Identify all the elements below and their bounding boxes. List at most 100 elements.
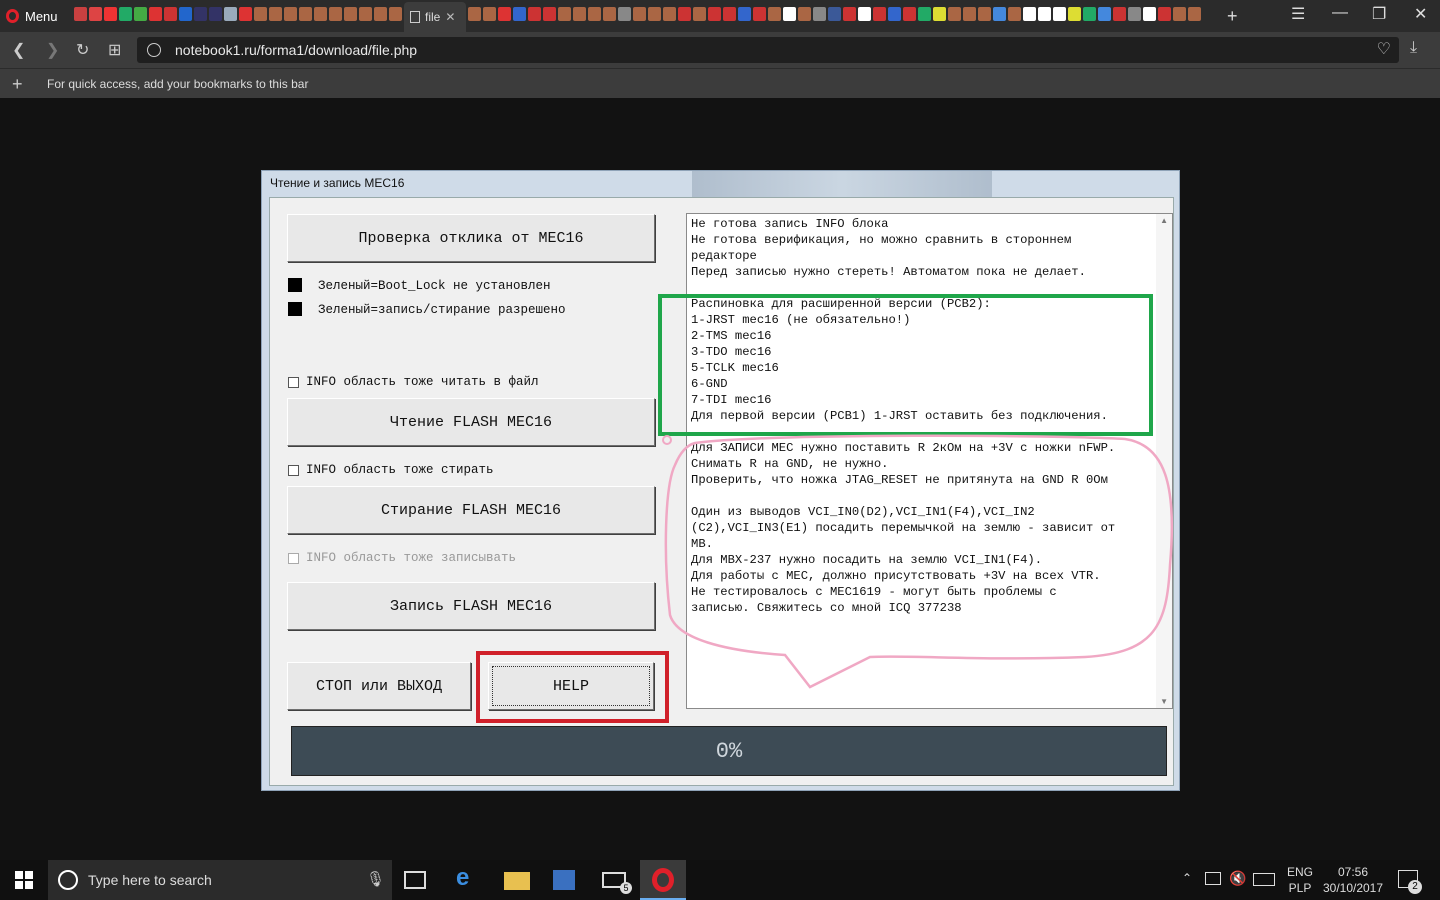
forward-icon[interactable]: ❯: [46, 40, 59, 60]
tab-favicon-icon[interactable]: [1008, 7, 1021, 21]
start-button[interactable]: [15, 871, 33, 889]
tab-favicon-icon[interactable]: [618, 7, 631, 21]
store-icon[interactable]: [553, 870, 575, 890]
tab-favicon-icon[interactable]: [963, 7, 976, 21]
tab-favicon-icon[interactable]: [528, 7, 541, 21]
tab-favicon-icon[interactable]: [738, 7, 751, 21]
tab-favicon-icon[interactable]: [344, 7, 357, 21]
tab-favicon-icon[interactable]: [1128, 7, 1141, 21]
tab-favicon-icon[interactable]: [1038, 7, 1051, 21]
tab-favicon-icon[interactable]: [678, 7, 691, 21]
tab-favicon-icon[interactable]: [299, 7, 312, 21]
check-response-button[interactable]: Проверка отклика от MEC16: [287, 214, 655, 262]
tab-favicon-icon[interactable]: [149, 7, 162, 21]
tab-favicon-icon[interactable]: [483, 7, 496, 21]
erase-flash-button[interactable]: Стирание FLASH MEC16: [287, 486, 655, 534]
tab-favicon-icon[interactable]: [74, 7, 87, 21]
info-erase-checkbox[interactable]: [288, 465, 299, 476]
tab-favicon-icon[interactable]: [209, 7, 222, 21]
back-icon[interactable]: ❮: [12, 40, 25, 60]
download-icon[interactable]: ⤓: [1410, 39, 1417, 57]
tab-favicon-icon[interactable]: [633, 7, 646, 21]
tab-favicon-icon[interactable]: [573, 7, 586, 21]
tab-favicon-icon[interactable]: [723, 7, 736, 21]
tab-favicon-icon[interactable]: [588, 7, 601, 21]
tab-favicon-icon[interactable]: [648, 7, 661, 21]
url-field[interactable]: notebook1.ru/forma1/download/file.php ♡: [137, 37, 1399, 63]
tab-favicon-icon[interactable]: [1188, 7, 1201, 21]
tab-favicon-icon[interactable]: [948, 7, 961, 21]
tab-favicon-icon[interactable]: [1083, 7, 1096, 21]
tab-favicon-icon[interactable]: [314, 7, 327, 21]
file-explorer-icon[interactable]: [504, 872, 530, 890]
tab-favicon-icon[interactable]: [918, 7, 931, 21]
tab-strip-left[interactable]: [74, 7, 406, 25]
tab-favicon-icon[interactable]: [693, 7, 706, 21]
tab-favicon-icon[interactable]: [768, 7, 781, 21]
write-flash-button[interactable]: Запись FLASH MEC16: [287, 582, 655, 630]
tab-favicon-icon[interactable]: [603, 7, 616, 21]
volume-muted-icon[interactable]: 🔇: [1229, 870, 1246, 887]
tab-favicon-icon[interactable]: [993, 7, 1006, 21]
tab-favicon-icon[interactable]: [239, 7, 252, 21]
tab-favicon-icon[interactable]: [798, 7, 811, 21]
tab-favicon-icon[interactable]: [978, 7, 991, 21]
info-read-checkbox[interactable]: [288, 377, 299, 388]
close-window-icon[interactable]: ✕: [1414, 4, 1427, 24]
tab-favicon-icon[interactable]: [468, 7, 481, 21]
tab-favicon-icon[interactable]: [134, 7, 147, 21]
microphone-icon[interactable]: 🎙: [366, 870, 385, 888]
tab-favicon-icon[interactable]: [753, 7, 766, 21]
tab-favicon-icon[interactable]: [359, 7, 372, 21]
opera-menu-button[interactable]: Menu: [6, 6, 58, 26]
clock[interactable]: 07:56 30/10/2017: [1320, 864, 1386, 896]
speed-dial-icon[interactable]: ⊞: [108, 40, 121, 60]
tab-favicon-icon[interactable]: [843, 7, 856, 21]
tab-favicon-icon[interactable]: [1113, 7, 1126, 21]
tab-favicon-icon[interactable]: [513, 7, 526, 21]
tab-menu-icon[interactable]: ☰: [1291, 4, 1305, 24]
opera-taskbar-button[interactable]: [640, 860, 686, 900]
tab-favicon-icon[interactable]: [254, 7, 267, 21]
keyboard-icon[interactable]: [1253, 873, 1275, 886]
network-icon[interactable]: [1205, 872, 1221, 885]
minimize-icon[interactable]: —: [1332, 4, 1348, 22]
tab-favicon-icon[interactable]: [164, 7, 177, 21]
tab-favicon-icon[interactable]: [663, 7, 676, 21]
tab-favicon-icon[interactable]: [89, 7, 102, 21]
tab-favicon-icon[interactable]: [1053, 7, 1066, 21]
tab-favicon-icon[interactable]: [828, 7, 841, 21]
tab-favicon-icon[interactable]: [269, 7, 282, 21]
tab-favicon-icon[interactable]: [813, 7, 826, 21]
input-language[interactable]: ENG PLP: [1287, 864, 1313, 896]
tab-favicon-icon[interactable]: [284, 7, 297, 21]
tab-favicon-icon[interactable]: [389, 7, 402, 21]
stop-exit-button[interactable]: СТОП или ВЫХОД: [287, 662, 471, 710]
tab-favicon-icon[interactable]: [1098, 7, 1111, 21]
tab-favicon-icon[interactable]: [783, 7, 796, 21]
bookmark-heart-icon[interactable]: ♡: [1377, 39, 1391, 59]
tab-close-icon[interactable]: ✕: [445, 10, 455, 24]
tab-favicon-icon[interactable]: [543, 7, 556, 21]
tab-favicon-icon[interactable]: [873, 7, 886, 21]
restore-icon[interactable]: ❐: [1372, 4, 1386, 24]
tab-favicon-icon[interactable]: [1023, 7, 1036, 21]
tab-favicon-icon[interactable]: [498, 7, 511, 21]
tab-favicon-icon[interactable]: [194, 7, 207, 21]
tab-favicon-icon[interactable]: [224, 7, 237, 21]
tab-favicon-icon[interactable]: [1173, 7, 1186, 21]
tab-favicon-icon[interactable]: [1158, 7, 1171, 21]
reload-icon[interactable]: ↻: [76, 40, 89, 60]
tab-strip-right[interactable]: [468, 7, 1223, 25]
tab-favicon-icon[interactable]: [708, 7, 721, 21]
tab-favicon-icon[interactable]: [903, 7, 916, 21]
tab-favicon-icon[interactable]: [858, 7, 871, 21]
tab-favicon-icon[interactable]: [329, 7, 342, 21]
tab-favicon-icon[interactable]: [119, 7, 132, 21]
info-write-checkbox[interactable]: [288, 553, 299, 564]
active-tab[interactable]: file ✕: [404, 2, 466, 32]
show-hidden-icons[interactable]: ⌃: [1182, 871, 1192, 885]
read-flash-button[interactable]: Чтение FLASH MEC16: [287, 398, 655, 446]
taskbar-search[interactable]: Type here to search 🎙: [48, 860, 392, 900]
tab-favicon-icon[interactable]: [888, 7, 901, 21]
